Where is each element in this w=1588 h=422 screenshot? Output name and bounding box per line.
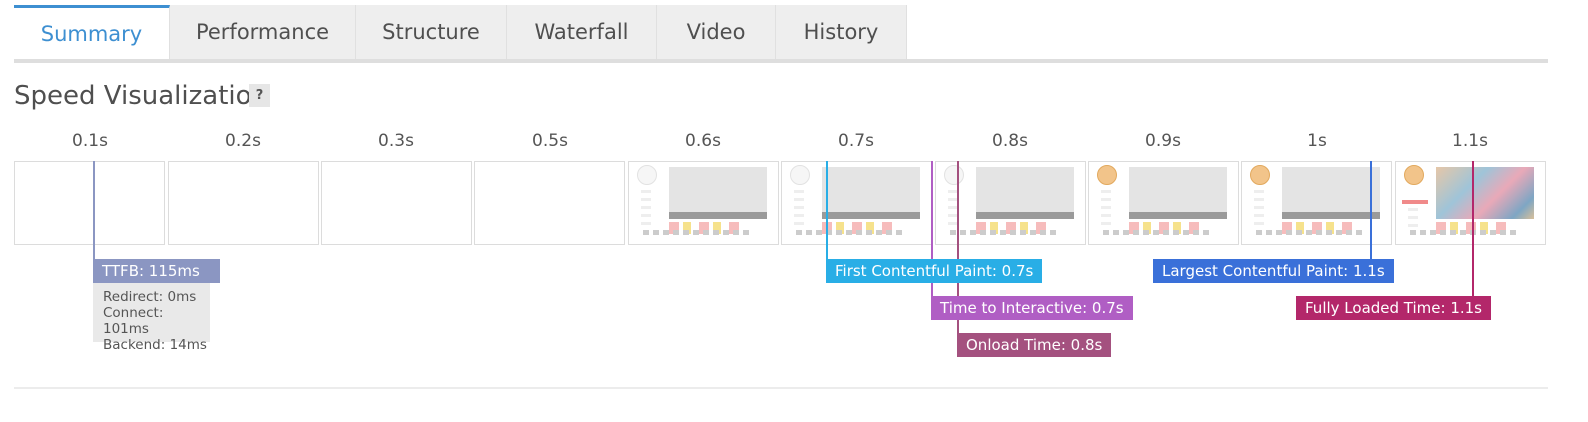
filmstrip-frame[interactable] bbox=[474, 161, 625, 245]
caption-bar bbox=[669, 212, 767, 219]
filmstrip-frame[interactable] bbox=[14, 161, 165, 245]
filmstrip-frame[interactable] bbox=[628, 161, 779, 245]
ttfb-label: TTFB: 115ms bbox=[93, 259, 220, 283]
filmstrip-frame[interactable] bbox=[1395, 161, 1546, 245]
tab-history[interactable]: History bbox=[776, 5, 907, 59]
tti-label: Time to Interactive: 0.7s bbox=[931, 296, 1133, 320]
timeline-label: 0.7s bbox=[838, 131, 874, 151]
sidebar-placeholder bbox=[641, 190, 651, 226]
ttfb-marker-line bbox=[93, 161, 95, 260]
text-placeholder bbox=[1256, 230, 1366, 235]
avatar-image bbox=[1250, 165, 1270, 185]
tab-video[interactable]: Video bbox=[657, 5, 776, 59]
onload-label: Onload Time: 0.8s bbox=[957, 333, 1112, 357]
timeline-label: 0.8s bbox=[992, 131, 1028, 151]
caption-bar bbox=[1282, 212, 1380, 219]
text-placeholder bbox=[1103, 230, 1213, 235]
timeline-label: 1.1s bbox=[1452, 131, 1488, 151]
filmstrip-frame[interactable] bbox=[168, 161, 319, 245]
text-placeholder bbox=[950, 230, 1060, 235]
sidebar-placeholder bbox=[1408, 208, 1418, 228]
filmstrip-frame[interactable] bbox=[1088, 161, 1239, 245]
timeline-label: 0.6s bbox=[685, 131, 721, 151]
sidebar-placeholder bbox=[1254, 190, 1264, 226]
caption-bar bbox=[976, 212, 1074, 219]
lcp-label: Largest Contentful Paint: 1.1s bbox=[1153, 259, 1394, 283]
avatar-placeholder bbox=[944, 165, 964, 185]
timeline-label: 1s bbox=[1307, 131, 1327, 151]
avatar-placeholder bbox=[637, 165, 657, 185]
help-button[interactable]: ? bbox=[249, 84, 270, 107]
ttfb-details: Redirect: 0ms Connect: 101ms Backend: 14… bbox=[93, 283, 210, 353]
tab-performance[interactable]: Performance bbox=[170, 5, 356, 59]
timeline-label: 0.2s bbox=[225, 131, 261, 151]
ttfb-redirect: Redirect: 0ms bbox=[103, 289, 197, 305]
fcp-marker-line bbox=[826, 161, 828, 260]
tab-summary[interactable]: Summary bbox=[14, 5, 170, 59]
text-placeholder bbox=[796, 230, 906, 235]
filmstrip-frame[interactable] bbox=[321, 161, 472, 245]
lcp-marker-line bbox=[1370, 161, 1372, 260]
timeline-label: 0.1s bbox=[72, 131, 108, 151]
tab-structure[interactable]: Structure bbox=[356, 5, 507, 59]
fully-loaded-label: Fully Loaded Time: 1.1s bbox=[1296, 296, 1491, 320]
caption-bar bbox=[1129, 212, 1227, 219]
avatar-image bbox=[1097, 165, 1117, 185]
hero-image bbox=[1436, 167, 1534, 219]
sidebar-placeholder bbox=[1101, 190, 1111, 226]
avatar-placeholder bbox=[790, 165, 810, 185]
filmstrip-frame[interactable] bbox=[781, 161, 932, 245]
text-placeholder bbox=[1410, 230, 1520, 235]
timeline-label: 0.3s bbox=[378, 131, 414, 151]
avatar-image bbox=[1404, 165, 1424, 185]
timeline-label: 0.5s bbox=[532, 131, 568, 151]
section-title: Speed Visualization bbox=[14, 81, 268, 111]
tab-bar: Summary Performance Structure Waterfall … bbox=[14, 5, 1548, 63]
ttfb-backend: Backend: 14ms bbox=[103, 337, 207, 353]
sidebar-placeholder bbox=[794, 190, 804, 226]
section-divider bbox=[14, 387, 1548, 389]
timeline-label: 0.9s bbox=[1145, 131, 1181, 151]
text-placeholder bbox=[643, 230, 753, 235]
fcp-label: First Contentful Paint: 0.7s bbox=[826, 259, 1043, 283]
sidebar-button-placeholder bbox=[1402, 200, 1428, 204]
fully-loaded-marker-line bbox=[1472, 161, 1474, 297]
tab-waterfall[interactable]: Waterfall bbox=[507, 5, 657, 59]
ttfb-connect: Connect: 101ms bbox=[103, 305, 164, 337]
caption-bar bbox=[822, 212, 920, 219]
